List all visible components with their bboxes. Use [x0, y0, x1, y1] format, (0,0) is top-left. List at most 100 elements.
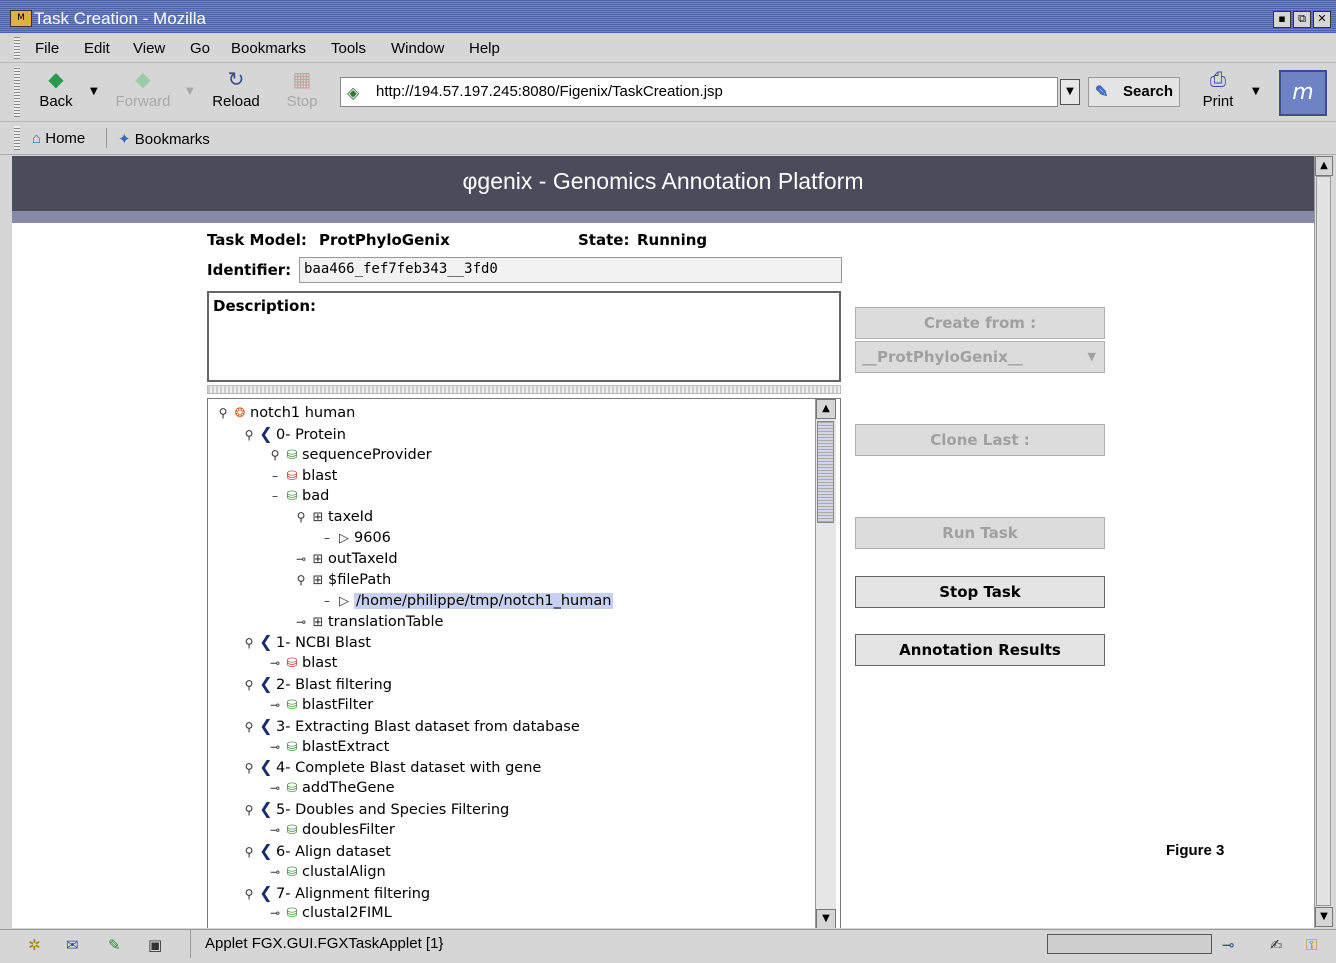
tree-node[interactable]: ⚲ ❮ 1- NCBI Blast [242, 632, 371, 653]
tree-collapsed-handle-icon[interactable]: ⊸ [268, 820, 282, 840]
tree-collapsed-handle-icon[interactable]: ⊸ [268, 903, 282, 923]
tree-collapsed-handle-icon[interactable]: ⊸ [268, 778, 282, 798]
tree-expanded-handle-icon[interactable]: ⚲ [242, 842, 256, 862]
clone-last-button[interactable]: Clone Last : [855, 424, 1105, 456]
close-button[interactable]: ✕ [1313, 11, 1331, 28]
security-lock-icon[interactable]: ⚿ [1306, 936, 1317, 954]
tree-leaf-connector-icon[interactable]: – [268, 486, 282, 506]
tree-expanded-handle-icon[interactable]: ⚲ [242, 758, 256, 778]
menu-tools[interactable]: Tools [331, 40, 366, 57]
tree-expanded-handle-icon[interactable]: ⚲ [242, 633, 256, 653]
tree-node[interactable]: ⚲ ❮ 5- Doubles and Species Filtering [242, 799, 510, 820]
run-task-button[interactable]: Run Task [855, 517, 1105, 549]
page-scroll-thumb[interactable] [1316, 176, 1331, 906]
tree-scrollbar[interactable]: ▲ ▼ [815, 399, 836, 928]
menu-window[interactable]: Window [391, 40, 444, 57]
maximize-button[interactable]: ⧉ [1293, 11, 1311, 28]
tree-leaf-connector-icon[interactable]: – [320, 528, 334, 548]
back-dropdown-icon[interactable]: ▼ [90, 86, 98, 97]
tree-scroll-down-icon[interactable]: ▼ [816, 909, 836, 928]
stop-button[interactable]: ▦ Stop [280, 69, 324, 110]
tree-expanded-handle-icon[interactable]: ⚲ [242, 884, 256, 904]
menu-help[interactable]: Help [469, 40, 500, 57]
tree-node[interactable]: ⊸ ⛁ blastExtract [268, 737, 389, 758]
back-button[interactable]: ◆ Back [34, 69, 78, 110]
tree-node[interactable]: ⚲ ❮ 2- Blast filtering [242, 674, 392, 695]
tree-scroll-up-icon[interactable]: ▲ [816, 399, 836, 419]
address-book-icon[interactable]: ▣ [148, 936, 162, 954]
menu-grip-handle[interactable] [14, 37, 20, 59]
menu-go[interactable]: Go [190, 40, 210, 57]
create-from-select[interactable]: __ProtPhyloGenix__ ▼ [855, 341, 1105, 373]
tree-node[interactable]: ⊸ ⛁ addTheGene [268, 778, 395, 799]
window-title-bar[interactable]: M Task Creation - Mozilla ▪ ⧉ ✕ [0, 0, 1336, 33]
url-bar[interactable]: ◈ http://194.57.197.245:8080/Figenix/Tas… [340, 77, 1058, 107]
tree-expanded-handle-icon[interactable]: ⚲ [268, 445, 282, 465]
tree-expanded-handle-icon[interactable]: ⚲ [242, 425, 256, 445]
tree-node[interactable]: ⚲ ❮ 0- Protein [242, 424, 346, 445]
tree-node[interactable]: ⚲ ❮ 3- Extracting Blast dataset from datab… [242, 716, 580, 737]
tree-node[interactable]: – ⛁ blast [268, 466, 337, 487]
home-link[interactable]: ⌂ Home [32, 130, 85, 147]
menu-bookmarks[interactable]: Bookmarks [231, 40, 306, 57]
tree-node[interactable]: ⊸ ⛁ doublesFilter [268, 820, 395, 841]
url-history-dropdown[interactable]: ▼ [1060, 79, 1080, 105]
page-scrollbar[interactable]: ▲ ▼ [1314, 156, 1333, 928]
annotation-results-button[interactable]: Annotation Results [855, 634, 1105, 666]
tree-node[interactable]: ⊸ ⛁ clustal2FIML [268, 903, 392, 924]
tree-leaf-connector-icon[interactable]: – [320, 591, 334, 611]
composer-icon[interactable]: ✎ [108, 936, 121, 954]
tree-expanded-handle-icon[interactable]: ⚲ [294, 507, 308, 527]
split-pane-divider[interactable] [207, 385, 841, 394]
tree-node[interactable]: ⊸ ⛁ blastFilter [268, 695, 373, 716]
nav-grip-handle[interactable] [14, 67, 20, 117]
search-button[interactable]: ✎ Search [1088, 77, 1180, 107]
tree-node[interactable]: ⊸ ⊞ outTaxeId [294, 549, 398, 570]
tree-node[interactable]: ⊸ ⛁ blast [268, 653, 337, 674]
tree-leaf-connector-icon[interactable]: – [268, 466, 282, 486]
tree-node[interactable]: ⊸ ⛁ clustalAlign [268, 862, 386, 883]
personal-grip-handle[interactable] [14, 126, 20, 150]
tree-collapsed-handle-icon[interactable]: ⊸ [294, 549, 308, 569]
online-status-icon[interactable]: ⊸ [1222, 936, 1235, 954]
forward-button[interactable]: ◆ Forward [110, 69, 176, 110]
tree-node[interactable]: – ▷ 9606 [320, 528, 391, 549]
menu-edit[interactable]: Edit [84, 40, 110, 57]
navigator-icon[interactable]: ✲ [28, 936, 41, 954]
tree-node[interactable]: ⚲ ⛁ sequenceProvider [268, 445, 432, 466]
menu-view[interactable]: View [133, 40, 165, 57]
tree-node[interactable]: ⚲ ❮ 7- Alignment filtering [242, 883, 431, 904]
page-scroll-down-icon[interactable]: ▼ [1315, 907, 1333, 927]
tree-collapsed-handle-icon[interactable]: ⊸ [268, 653, 282, 673]
mozilla-app-icon[interactable]: M [10, 10, 32, 27]
bookmarks-link[interactable]: ✦ Bookmarks [118, 130, 210, 148]
tree-node[interactable]: ⚲ ❮ 6- Align dataset [242, 841, 391, 862]
print-dropdown-icon[interactable]: ▼ [1252, 86, 1260, 97]
description-box[interactable]: Description: [207, 291, 841, 382]
tree-node[interactable]: ⚲ ❮ 4- Complete Blast dataset with gene [242, 757, 542, 778]
menu-file[interactable]: File [35, 40, 59, 57]
mail-icon[interactable]: ✉ [66, 936, 79, 954]
tree-expanded-handle-icon[interactable]: ⚲ [242, 675, 256, 695]
tree-node[interactable]: ⚲ ⊞ taxeId [294, 507, 374, 528]
tree-expanded-handle-icon[interactable]: ⚲ [216, 403, 230, 423]
tree-expanded-handle-icon[interactable]: ⚲ [242, 800, 256, 820]
print-button[interactable]: ⎙ Print [1196, 69, 1240, 110]
sidebar-toggle-icon[interactable]: ✍ [1270, 936, 1283, 954]
create-from-button[interactable]: Create from : [855, 307, 1105, 339]
tree-node[interactable]: ⊸ ⊞ translationTable [294, 612, 444, 633]
tree-collapsed-handle-icon[interactable]: ⊸ [268, 737, 282, 757]
tree-node[interactable]: – ▷ /home/philippe/tmp/notch1_human [320, 591, 614, 612]
tree-expanded-handle-icon[interactable]: ⚲ [242, 717, 256, 737]
mozilla-throbber-logo[interactable]: m [1279, 70, 1327, 116]
stop-task-button[interactable]: Stop Task [855, 576, 1105, 608]
tree-expanded-handle-icon[interactable]: ⚲ [294, 570, 308, 590]
reload-button[interactable]: ↻ Reload [206, 69, 266, 110]
tree-scroll-thumb[interactable] [817, 421, 834, 523]
task-tree[interactable]: ⚲ ❂ notch1 human ⚲ ❮ 0- Protein ⚲ ⛁ sequenceProv… [207, 398, 841, 928]
tree-node[interactable]: ⚲ ❂ notch1 human [216, 403, 356, 424]
tree-collapsed-handle-icon[interactable]: ⊸ [268, 695, 282, 715]
tree-node[interactable]: – ⛁ bad [268, 486, 329, 507]
minimize-button[interactable]: ▪ [1273, 11, 1291, 28]
identifier-field[interactable]: baa466_fef7feb343__3fd0 [299, 257, 842, 283]
